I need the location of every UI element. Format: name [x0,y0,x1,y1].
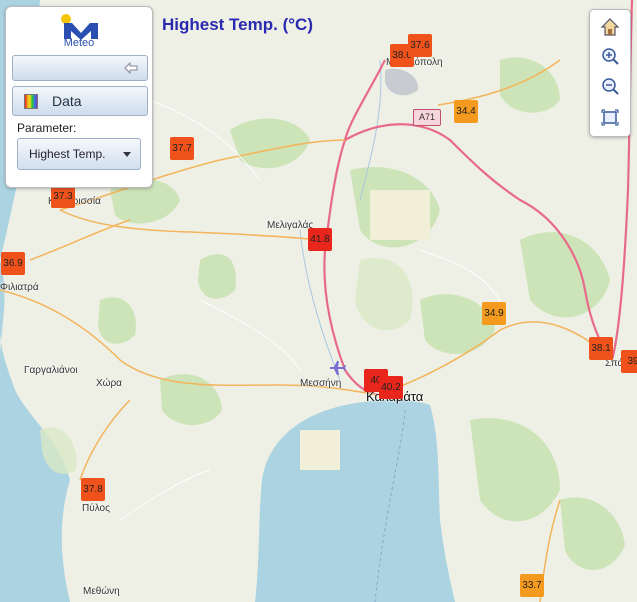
data-button[interactable]: Data [12,86,148,116]
parameter-label: Parameter: [17,121,77,135]
place-label: Μεθώνη [83,586,120,597]
color-palette-icon [24,94,38,109]
road-shield-a71: A71 [413,109,441,126]
temperature-marker[interactable]: 37.7 [170,137,194,160]
temperature-marker[interactable]: 34.9 [482,302,506,325]
temperature-marker[interactable]: 37.6 [408,34,432,57]
fullscreen-button[interactable] [595,105,625,131]
temperature-marker[interactable]: 37.8 [81,478,105,501]
place-label: Φιλιατρά [0,282,39,293]
collapse-panel-button[interactable] [12,55,148,81]
temperature-marker[interactable]: 37.3 [51,185,75,208]
temperature-marker[interactable]: 36.9 [1,252,25,275]
parameter-select-value: Highest Temp. [29,147,106,161]
fullscreen-icon [601,109,619,126]
map-controls [589,9,631,137]
home-icon [600,18,620,36]
temperature-marker[interactable]: 33.7 [520,574,544,597]
data-button-label: Data [52,93,82,109]
zoom-in-button[interactable] [595,44,625,70]
temperature-marker[interactable]: 34.4 [454,100,478,123]
parameter-select[interactable]: Highest Temp. [17,138,141,170]
place-label: Μελιγαλάς [267,220,314,231]
arrow-left-icon [124,61,138,75]
place-label: Γαργαλιάνοι [24,365,78,376]
place-label: Μεσσήνη [300,378,342,389]
zoom-in-icon [602,48,619,65]
zoom-out-icon [602,78,619,95]
temperature-marker[interactable]: 39 [621,350,637,373]
chevron-down-icon [123,152,131,157]
map-title: Highest Temp. (°C) [162,15,313,34]
control-panel: Meteo Data Parameter: Highest Temp. [5,6,153,188]
logo-text: Meteo [63,37,95,49]
temperature-marker[interactable]: 38.1 [589,337,613,360]
place-label: Χώρα [96,378,122,389]
place-label: Πύλος [82,503,110,514]
zoom-out-button[interactable] [595,74,625,100]
home-button[interactable] [595,14,625,40]
temperature-marker[interactable]: 40.2 [379,376,403,399]
temperature-marker[interactable]: 41.8 [308,228,332,251]
